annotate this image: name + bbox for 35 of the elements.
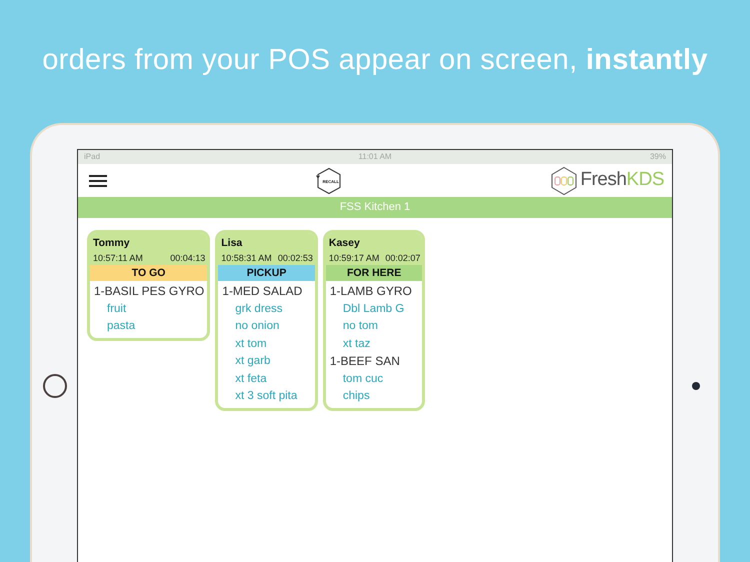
order-type: FOR HERE bbox=[326, 265, 422, 281]
clock: 11:01 AM bbox=[358, 151, 392, 163]
item-modifier: xt 3 soft pita bbox=[234, 389, 298, 404]
order-type: PICKUP bbox=[218, 265, 315, 281]
item-modifier: no tom bbox=[342, 319, 380, 334]
customer-name: Tommy bbox=[93, 236, 131, 251]
item-modifier: xt feta bbox=[234, 372, 268, 386]
item-modifier: no onion bbox=[234, 319, 280, 334]
item-modifier: xt garb bbox=[234, 354, 272, 369]
item-modifier: tom cuc bbox=[342, 372, 384, 386]
elapsed-time: 00:04:13 bbox=[170, 252, 206, 265]
device-label: iPad bbox=[84, 151, 100, 163]
elapsed-time: 00:02:07 bbox=[385, 252, 420, 265]
order-time: 10:58:31 AM bbox=[221, 252, 272, 265]
logo-text: FreshKDS bbox=[580, 168, 664, 192]
headline: orders from your POS appear on screen, instantly bbox=[42, 42, 708, 78]
menu-icon[interactable] bbox=[88, 174, 108, 188]
order-type: TO GO bbox=[90, 265, 208, 281]
item-modifier: xt tom bbox=[234, 336, 268, 352]
battery-level: 39% bbox=[650, 151, 666, 163]
item-modifier: Dbl Lamb G bbox=[342, 302, 406, 316]
customer-name: Lisa bbox=[221, 236, 244, 251]
order-time: 10:59:17 AM bbox=[328, 252, 380, 265]
item-modifier: chips bbox=[342, 389, 371, 404]
item-modifier: xt taz bbox=[342, 336, 372, 352]
item-modifier: pasta bbox=[106, 319, 136, 334]
item-modifier: fruit bbox=[106, 302, 128, 316]
customer-name: Kasey bbox=[328, 236, 361, 251]
item-modifier: grk dress bbox=[234, 302, 284, 316]
elapsed-time: 00:02:53 bbox=[278, 252, 313, 265]
station-title: FSS Kitchen 1 bbox=[78, 197, 672, 218]
home-button[interactable] bbox=[42, 374, 66, 398]
logo-icon bbox=[549, 166, 580, 196]
order-time: 10:57:11 AM bbox=[93, 252, 143, 265]
camera-dot bbox=[692, 382, 700, 390]
